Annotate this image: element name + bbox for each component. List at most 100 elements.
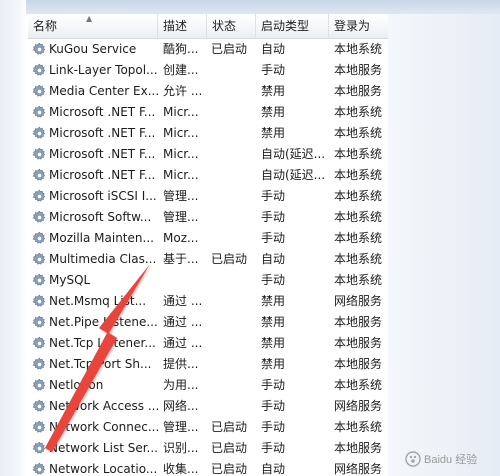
service-name-cell: Net.Tcp Port Sh... [32,354,160,375]
service-name-cell: Microsoft .NET F... [32,123,160,144]
table-row[interactable]: Network List Ser... 识别... 已启动 手动 本地服务 [28,438,388,459]
service-description: 提供... [163,357,199,371]
service-name: Network Connec... [49,420,160,434]
service-description: Moz... [163,231,199,245]
service-name: Netlogon [49,378,104,392]
table-row[interactable]: Microsoft Softw... 管理... 手动 本地系统 [28,207,388,228]
service-rows: KuGou Service 酷狗... 已启动 自动 本地系统 Link-Layer To… [28,39,388,476]
service-name-cell: Link-Layer Topol... [32,60,160,81]
table-row[interactable]: MySQL 手动 本地系统 [28,270,388,291]
services-window: 名称 ▲ 描述 状态 启动类型 登录为 KuGou Service 酷狗... 已启… [0,0,500,476]
table-row[interactable]: Link-Layer Topol... 创建... 手动 本地服务 [28,60,388,81]
service-logon-as: 本地系统 [334,189,383,203]
services-list[interactable]: 名称 ▲ 描述 状态 启动类型 登录为 KuGou Service 酷狗... 已启… [28,14,388,476]
service-logon-as: 本地系统 [334,168,383,182]
table-row[interactable]: Multimedia Clas... 基于... 已启动 自动 本地系统 [28,249,388,270]
table-row[interactable]: Net.Tcp Listener... 通过 ... 禁用 本地服务 [28,333,388,354]
table-row[interactable]: Mozilla Mainten... Moz... 手动 本地系统 [28,228,388,249]
table-row[interactable]: Microsoft .NET F... Micr... 自动(延迟... 本地系统 [28,165,388,186]
service-startup-type: 禁用 [261,336,286,350]
gear-icon [32,252,47,267]
service-name: Net.Tcp Listener... [49,336,156,350]
table-row[interactable]: Microsoft .NET F... Micr... 禁用 本地系统 [28,123,388,144]
table-row[interactable]: KuGou Service 酷狗... 已启动 自动 本地系统 [28,39,388,60]
service-status [211,312,259,333]
service-description: 酷狗... [163,42,199,56]
table-row[interactable]: Net.Pipe Listene... 通过 ... 禁用 本地服务 [28,312,388,333]
left-panel-edge [0,0,26,476]
service-startup-type: 手动 [261,273,286,287]
table-row[interactable]: Net.Msmq List... 通过 ... 禁用 网络服务 [28,291,388,312]
table-row[interactable]: Net.Tcp Port Sh... 提供... 禁用 本地服务 [28,354,388,375]
service-description: 识别... [163,441,199,455]
gear-icon [32,42,47,57]
service-name: Microsoft .NET F... [49,147,156,161]
service-startup-type: 自动 [261,42,286,56]
service-startup-type: 手动 [261,63,286,77]
service-name: Microsoft .NET F... [49,105,156,119]
sort-ascending-icon: ▲ [86,14,93,23]
table-row[interactable]: Microsoft .NET F... Micr... 自动(延迟... 本地系统 [28,144,388,165]
service-status: 已启动 [211,420,248,434]
service-logon-as: 网络服务 [334,462,383,476]
table-row[interactable]: Media Center Ex... 允许 ... 禁用 本地服务 [28,81,388,102]
service-name-cell: Net.Tcp Listener... [32,333,160,354]
column-header-logon[interactable]: 登录为 [329,14,388,38]
service-name: Net.Pipe Listene... [49,315,158,329]
table-row[interactable]: Microsoft iSCSI I... 管理... 手动 本地系统 [28,186,388,207]
service-logon-as: 本地服务 [334,63,383,77]
service-startup-type: 自动 [261,462,286,476]
service-startup-type: 禁用 [261,315,286,329]
service-status [211,291,259,312]
service-logon-as: 本地系统 [334,231,383,245]
list-header: 名称 ▲ 描述 状态 启动类型 登录为 [28,14,388,39]
service-logon-as: 本地系统 [334,420,383,434]
service-name-cell: Network Locatio... [32,459,160,476]
service-startup-type: 禁用 [261,294,286,308]
service-name-cell: Microsoft .NET F... [32,144,160,165]
service-name: Network Locatio... [49,462,158,476]
table-row[interactable]: Network Locatio... 收集... 已启动 自动 网络服务 [28,459,388,476]
service-status: 已启动 [211,441,248,455]
column-header-status[interactable]: 状态 [207,14,256,38]
service-startup-type: 自动 [261,252,286,266]
service-description: Micr... [163,126,199,140]
gear-icon [32,84,47,99]
service-logon-as: 本地系统 [334,252,383,266]
service-name: Net.Msmq List... [49,294,147,308]
service-description [162,270,208,291]
column-header-status-label: 状态 [212,19,237,33]
column-header-startup[interactable]: 启动类型 [256,14,329,38]
service-status: 已启动 [211,252,248,266]
gear-icon [32,189,47,204]
column-header-desc[interactable]: 描述 [158,14,207,38]
service-name-cell: Net.Msmq List... [32,291,160,312]
gear-icon [32,357,47,372]
table-row[interactable]: Microsoft .NET F... Micr... 禁用 本地系统 [28,102,388,123]
column-header-startup-label: 启动类型 [261,19,310,33]
service-name: Network Access ... [49,399,160,413]
service-logon-as: 本地系统 [334,105,383,119]
service-description: 为用... [163,378,199,392]
column-header-desc-label: 描述 [163,19,188,33]
table-row[interactable]: Network Access ... 网络... 手动 网络服务 [28,396,388,417]
table-row[interactable]: Network Connec... 管理... 已启动 手动 本地系统 [28,417,388,438]
gear-icon [32,105,47,120]
service-status [211,102,259,123]
gear-icon [32,294,47,309]
table-row[interactable]: Netlogon 为用... 手动 本地系统 [28,375,388,396]
service-logon-as: 本地服务 [334,357,383,371]
service-status [211,354,259,375]
service-description: 网络... [163,399,199,413]
service-status [211,165,259,186]
service-name-cell: Microsoft Softw... [32,207,160,228]
column-header-name-label: 名称 [33,19,58,33]
service-logon-as: 本地服务 [334,84,383,98]
column-header-name[interactable]: 名称 ▲ [28,14,158,38]
service-name: Multimedia Clas... [49,252,157,266]
gear-icon [32,147,47,162]
service-logon-as: 本地系统 [334,378,383,392]
service-startup-type: 手动 [261,231,286,245]
window-top-border [0,0,500,14]
service-status [211,228,259,249]
